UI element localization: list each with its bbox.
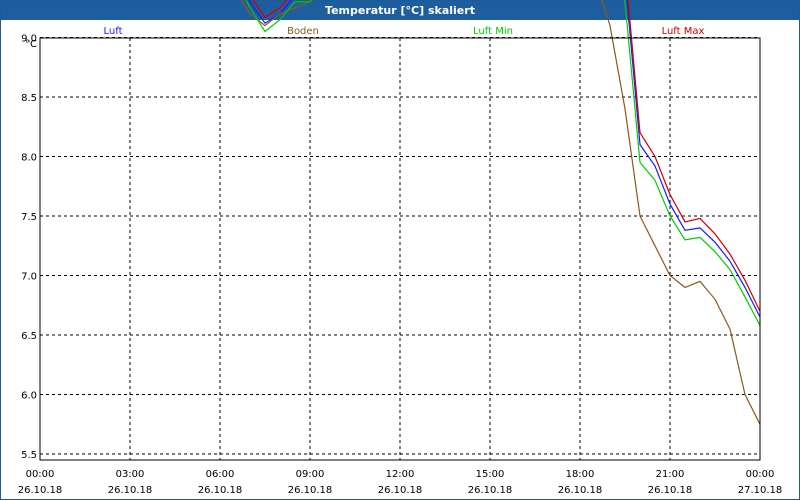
y-tick-label: 7.5: [21, 212, 37, 223]
chart-canvas: 12.011.511.010.510.09.59.08.58.07.57.06.…: [18, 0, 783, 496]
x-tick-date: 26.10.18: [558, 485, 603, 496]
x-tick-date: 26.10.18: [198, 485, 243, 496]
x-tick-date: 26.10.18: [378, 485, 423, 496]
x-tick-date: 26.10.18: [18, 485, 63, 496]
y-axis-ticks: 12.011.511.010.510.09.59.08.58.07.57.06.…: [21, 34, 37, 462]
legend-item-luft: Luft: [104, 26, 123, 37]
y-tick-label: 8.5: [21, 93, 37, 104]
x-tick-date: 27.10.18: [738, 485, 783, 496]
x-tick-time: 06:00: [206, 469, 235, 480]
x-tick-time: 12:00: [386, 469, 415, 480]
y-tick-label: 7.0: [21, 272, 37, 283]
y-tick-label: 6.0: [21, 391, 37, 402]
x-tick-time: 21:00: [656, 469, 685, 480]
y-tick-label: 6.5: [21, 331, 37, 342]
y-tick-label: 5.5: [21, 450, 37, 461]
x-tick-time: 00:00: [26, 469, 55, 480]
y-tick-label: 8.0: [21, 153, 37, 164]
x-tick-time: 09:00: [296, 469, 325, 480]
x-tick-time: 15:00: [476, 469, 505, 480]
x-tick-date: 26.10.18: [468, 485, 513, 496]
x-tick-time: 18:00: [566, 469, 595, 480]
grid-layer: [40, 37, 760, 460]
x-tick-date: 26.10.18: [288, 485, 333, 496]
legend-item-luft-max: Luft Max: [662, 26, 705, 37]
x-tick-date: 26.10.18: [108, 485, 153, 496]
x-tick-time: 00:00: [746, 469, 775, 480]
legend: Luft Boden Luft Min Luft Max: [104, 26, 705, 37]
legend-item-luft-min: Luft Min: [473, 26, 513, 37]
x-axis-ticks: 00:00 26.10.18 03:00 26.10.18 06:00 26.10.18 0…: [18, 469, 783, 496]
legend-item-boden: Boden: [287, 26, 319, 37]
x-tick-date: 26.10.18: [648, 485, 693, 496]
y-axis-label: °C: [25, 39, 37, 50]
x-tick-time: 03:00: [116, 469, 145, 480]
